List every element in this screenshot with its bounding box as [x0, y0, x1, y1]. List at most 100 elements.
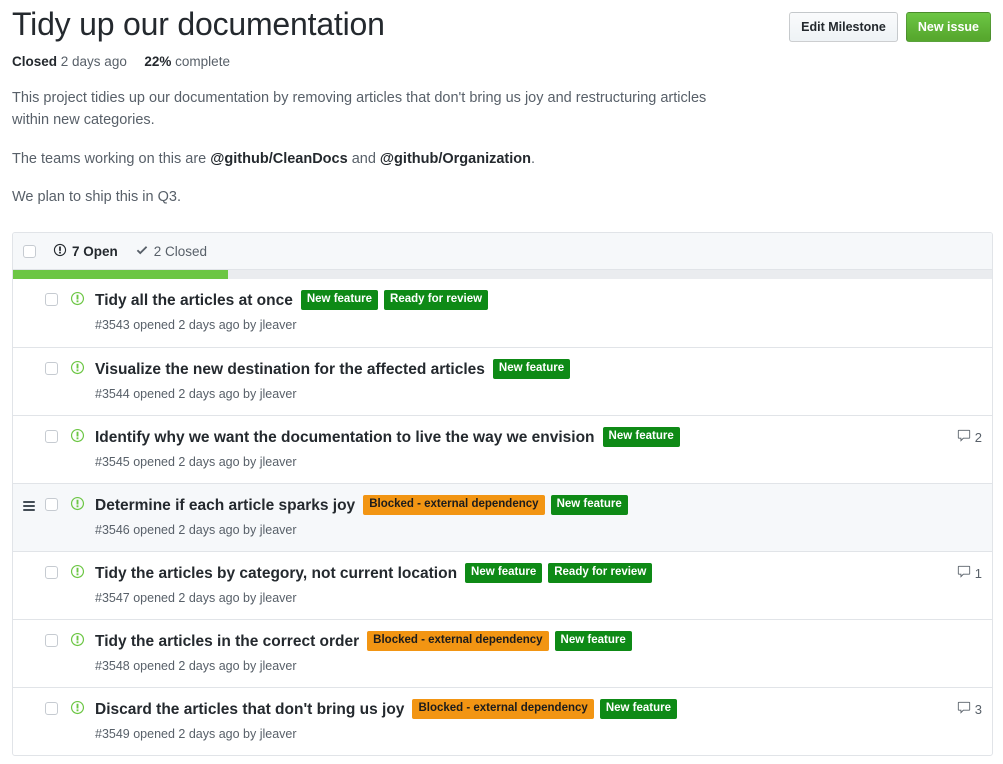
- milestone-percent-suffix: complete: [175, 53, 230, 69]
- issue-list: 7 Open 2 Closed Tidy all the articles at…: [12, 232, 993, 756]
- issue-label-ready-for-review[interactable]: Ready for review: [384, 289, 489, 310]
- closed-issue-count: 2 Closed: [153, 244, 208, 259]
- check-icon: [135, 243, 149, 260]
- issue-content: Discard the articles that don't bring us…: [95, 698, 957, 743]
- milestone-description: This project tidies up our documentation…: [12, 87, 712, 209]
- issue-content: Tidy all the articles at once New feature…: [95, 289, 982, 334]
- issue-checkbox[interactable]: [45, 566, 58, 579]
- drag-handle-icon[interactable]: [23, 501, 35, 511]
- description-paragraph-1: This project tidies up our documentation…: [12, 89, 707, 129]
- issue-label-ready-for-review[interactable]: Ready for review: [548, 562, 653, 583]
- issue-content: Tidy the articles in the correct order Bl…: [95, 630, 982, 675]
- milestone-progress-bar: [13, 270, 992, 279]
- issue-label-blocked[interactable]: Blocked - external dependency: [367, 630, 549, 651]
- issue-meta: #3549 opened 2 days ago by jleaver: [95, 727, 297, 741]
- issue-title-row: Identify why we want the documentation t…: [95, 426, 957, 448]
- issue-title-link[interactable]: Determine if each article sparks joy: [95, 495, 355, 516]
- issue-opened-icon: [53, 243, 67, 260]
- issue-state-filters: 7 Open 2 Closed: [53, 243, 207, 260]
- issue-label-new-feature[interactable]: New feature: [300, 289, 379, 310]
- issue-checkbox[interactable]: [45, 634, 58, 647]
- issue-content: Visualize the new destination for the af…: [95, 358, 982, 403]
- select-all-checkbox[interactable]: [23, 245, 36, 258]
- comment-icon: [957, 429, 971, 446]
- issue-title-link[interactable]: Identify why we want the documentation t…: [95, 427, 595, 448]
- milestone-percent: 22%: [144, 53, 172, 69]
- issue-checkbox[interactable]: [45, 430, 58, 443]
- issue-meta: #3545 opened 2 days ago by jleaver: [95, 455, 297, 469]
- issue-title-link[interactable]: Tidy all the articles at once: [95, 290, 293, 311]
- table-row[interactable]: Tidy the articles by category, not curre…: [13, 551, 992, 619]
- issue-opened-icon: [70, 564, 85, 584]
- issue-title-row: Determine if each article sparks joy Bloc…: [95, 494, 982, 516]
- comment-count-value: 1: [974, 566, 982, 581]
- issue-list-header: 7 Open 2 Closed: [13, 233, 992, 270]
- issue-checkbox[interactable]: [45, 362, 58, 375]
- milestone-page: Tidy up our documentation Edit Milestone…: [0, 0, 1003, 764]
- comment-icon: [957, 565, 971, 582]
- issue-label-new-feature[interactable]: New feature: [492, 358, 571, 379]
- header-actions: Edit Milestone New issue: [789, 12, 991, 42]
- table-row[interactable]: Tidy the articles in the correct order Bl…: [13, 619, 992, 687]
- issue-label-new-feature[interactable]: New feature: [465, 562, 543, 583]
- team-mention-cleandocs[interactable]: @github/CleanDocs: [210, 151, 347, 167]
- issue-title-link[interactable]: Discard the articles that don't bring us…: [95, 699, 404, 720]
- comment-count[interactable]: 1: [957, 563, 982, 582]
- desc-p2-mid: and: [347, 150, 380, 167]
- issue-opened-icon: [70, 291, 85, 311]
- issue-meta: #3548 opened 2 days ago by jleaver: [95, 659, 297, 673]
- desc-p2-pre: The teams working on this are: [12, 150, 211, 167]
- issue-title-row: Tidy the articles in the correct order Bl…: [95, 630, 982, 652]
- new-issue-button[interactable]: New issue: [905, 12, 991, 42]
- issue-opened-icon: [70, 360, 85, 380]
- table-row[interactable]: Tidy all the articles at once New feature…: [13, 279, 992, 347]
- edit-milestone-button[interactable]: Edit Milestone: [789, 12, 898, 42]
- issue-label-new-feature[interactable]: New feature: [602, 426, 680, 447]
- table-row[interactable]: Determine if each article sparks joy Bloc…: [13, 483, 992, 551]
- table-row[interactable]: Visualize the new destination for the af…: [13, 347, 992, 415]
- issue-checkbox[interactable]: [45, 702, 58, 715]
- description-paragraph-2: The teams working on this are @github/Cl…: [12, 148, 712, 170]
- issue-content: Identify why we want the documentation t…: [95, 426, 957, 471]
- comment-count[interactable]: 3: [957, 699, 982, 718]
- description-paragraph-3: We plan to ship this in Q3.: [12, 189, 181, 206]
- milestone-state: Closed: [12, 53, 58, 69]
- desc-p2-post: .: [531, 150, 536, 167]
- issue-meta: #3547 opened 2 days ago by jleaver: [95, 591, 297, 605]
- issue-rows: Tidy all the articles at once New feature…: [13, 279, 992, 755]
- issue-title-row: Visualize the new destination for the af…: [95, 358, 982, 380]
- filter-closed-issues[interactable]: 2 Closed: [135, 243, 207, 260]
- progress-fill: [13, 270, 229, 279]
- team-mention-organization[interactable]: @github/Organization: [380, 151, 531, 167]
- issue-content: Determine if each article sparks joy Bloc…: [95, 494, 982, 539]
- milestone-status-line: Closed 2 days ago 22% complete: [12, 53, 991, 71]
- issue-label-new-feature[interactable]: New feature: [550, 494, 628, 515]
- issue-meta: #3543 opened 2 days ago by jleaver: [95, 318, 297, 332]
- table-row[interactable]: Identify why we want the documentation t…: [13, 415, 992, 483]
- issue-meta: #3546 opened 2 days ago by jleaver: [95, 523, 297, 537]
- issue-opened-icon: [70, 496, 85, 516]
- issue-title-row: Tidy the articles by category, not curre…: [95, 562, 957, 584]
- issue-title-row: Tidy all the articles at once New feature…: [95, 289, 982, 311]
- issue-title-link[interactable]: Visualize the new destination for the af…: [95, 359, 485, 380]
- issue-title-row: Discard the articles that don't bring us…: [95, 698, 957, 720]
- issue-checkbox[interactable]: [45, 498, 58, 511]
- issue-title-link[interactable]: Tidy the articles in the correct order: [95, 631, 359, 652]
- issue-label-blocked[interactable]: Blocked - external dependency: [363, 494, 545, 515]
- issue-title-link[interactable]: Tidy the articles by category, not curre…: [95, 563, 457, 584]
- comment-count[interactable]: 2: [957, 427, 982, 446]
- filter-open-issues[interactable]: 7 Open: [53, 243, 118, 260]
- comment-icon: [957, 701, 971, 718]
- milestone-state-time: 2 days ago: [60, 53, 127, 69]
- issue-meta: #3544 opened 2 days ago by jleaver: [95, 387, 297, 401]
- issue-label-blocked[interactable]: Blocked - external dependency: [412, 698, 594, 719]
- issue-label-new-feature[interactable]: New feature: [599, 698, 677, 719]
- comment-count-value: 2: [974, 430, 982, 445]
- issue-checkbox[interactable]: [45, 293, 58, 306]
- comment-count-value: 3: [974, 702, 982, 717]
- issue-label-new-feature[interactable]: New feature: [554, 630, 632, 651]
- issue-opened-icon: [70, 428, 85, 448]
- issue-content: Tidy the articles by category, not curre…: [95, 562, 957, 607]
- issue-opened-icon: [70, 632, 85, 652]
- table-row[interactable]: Discard the articles that don't bring us…: [13, 687, 992, 755]
